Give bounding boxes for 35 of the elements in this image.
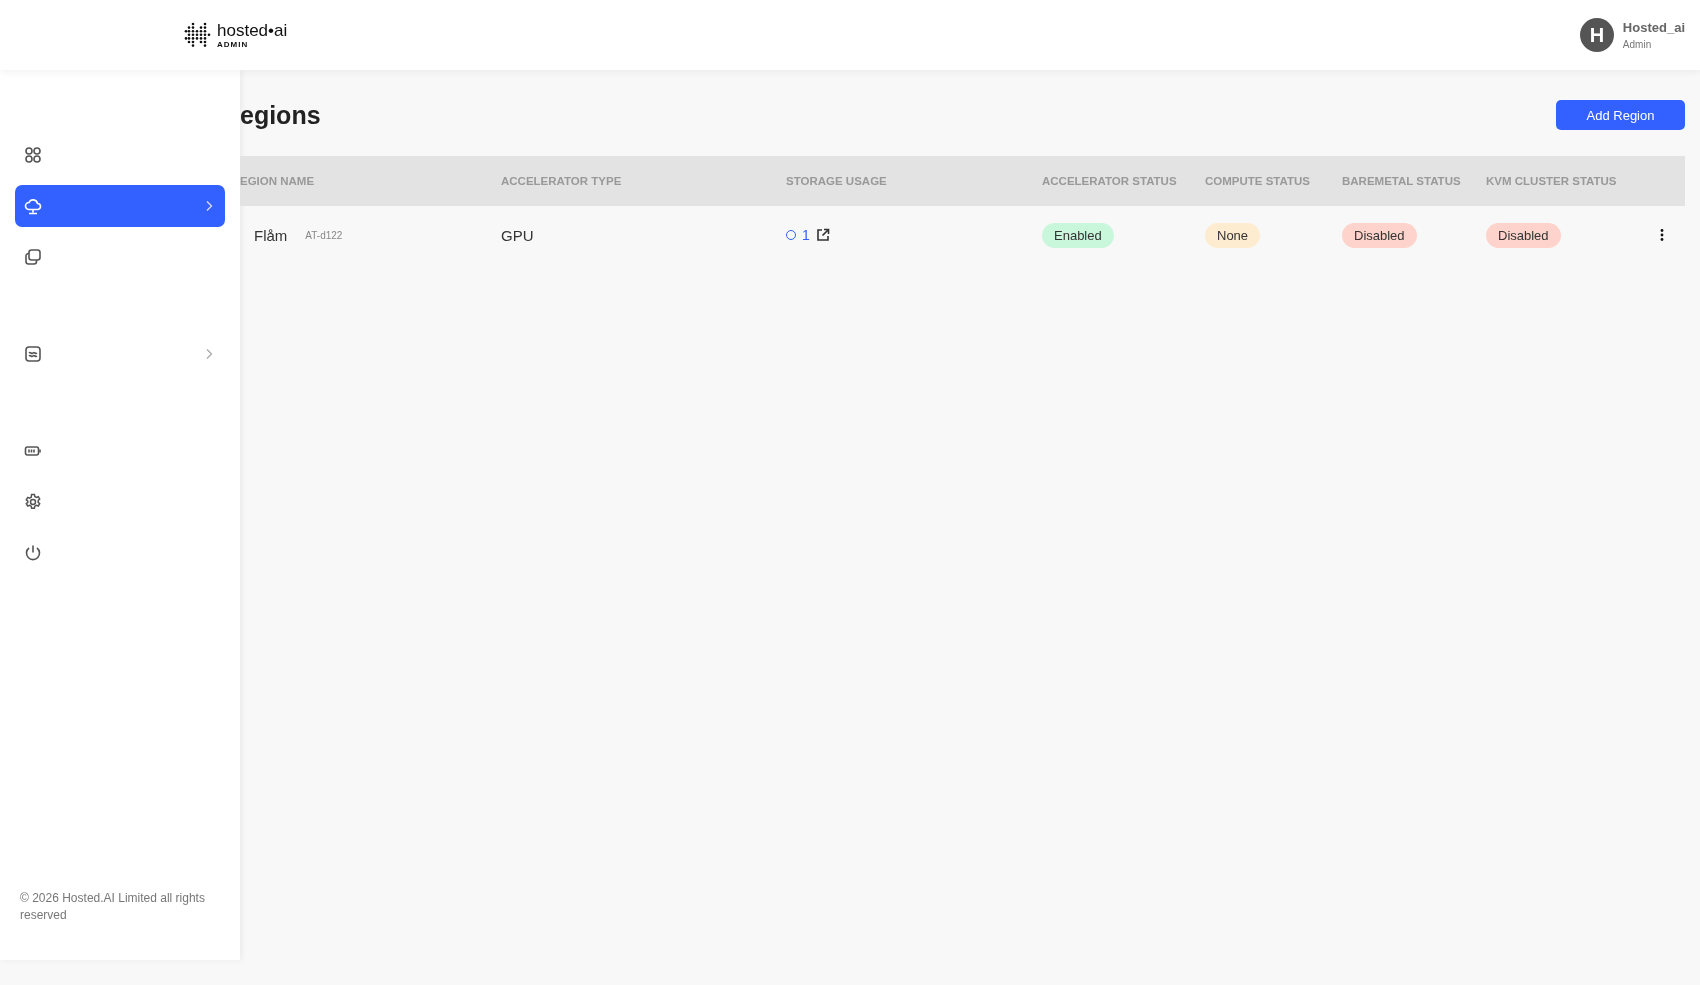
logo-subtitle: ADMIN <box>217 39 250 49</box>
wave-icon <box>24 345 42 363</box>
table-cell-text: GPU <box>501 226 535 244</box>
column-header: ACCELERATOR TYPE <box>501 175 623 187</box>
storage-count: 1 <box>802 227 810 243</box>
grid-icon <box>24 146 42 164</box>
user-avatar[interactable]: H <box>1579 18 1614 52</box>
column-header: KVM CLUSTER STATUS <box>1486 175 1618 187</box>
status-badge: Enabled <box>1042 222 1114 248</box>
column-header: EGION NAME <box>240 175 316 187</box>
region-name: Flåm <box>254 226 288 244</box>
cloud-icon <box>24 197 42 215</box>
external-link-icon[interactable] <box>815 228 830 242</box>
status-badge: Disabled <box>1342 222 1417 248</box>
copy-icon <box>24 248 42 266</box>
column-header: COMPUTE STATUS <box>1205 175 1311 187</box>
sidebar-item[interactable] <box>15 185 225 227</box>
power-icon <box>24 544 42 562</box>
column-header: STORAGE USAGE <box>786 175 888 187</box>
region-code: AT-d122 <box>305 229 343 241</box>
status-badge: None <box>1205 222 1261 248</box>
settings-icon <box>24 493 42 511</box>
logo-icon <box>183 22 211 48</box>
column-header: ACCELERATOR STATUS <box>1042 175 1178 187</box>
copyright-text: © 2026 Hosted.AI Limited all rights reserved <box>19 890 206 924</box>
user-role: Admin <box>1622 39 1653 50</box>
add-region-button[interactable]: Add Region <box>1556 100 1685 130</box>
user-name: Hosted_ai <box>1622 20 1685 35</box>
more-options-icon[interactable] <box>1659 229 1664 241</box>
logo-name: hosted•ai <box>217 21 288 40</box>
column-header: BAREMETAL STATUS <box>1342 175 1462 187</box>
chevron-right-icon <box>205 200 213 212</box>
status-badge: Disabled <box>1486 222 1561 248</box>
chevron-right-icon <box>205 348 213 360</box>
page-title: egions <box>240 100 321 130</box>
